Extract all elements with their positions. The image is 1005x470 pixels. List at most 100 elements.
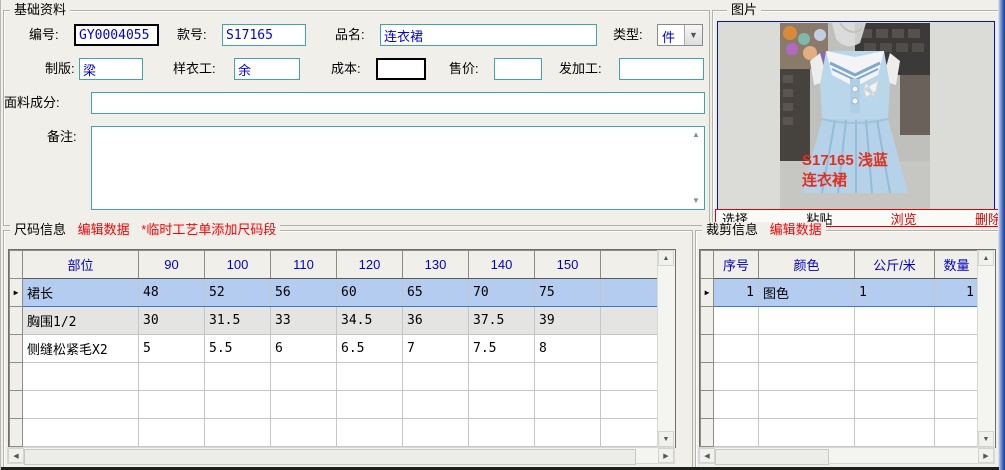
- col-header[interactable]: 120: [336, 250, 403, 279]
- cell-empty[interactable]: [934, 362, 979, 391]
- cell-empty[interactable]: [204, 362, 271, 391]
- cutting-row-selected[interactable]: ▶ 1 图色 1 1: [700, 278, 979, 307]
- cell-value[interactable]: 5.5: [204, 334, 271, 363]
- scroll-left-icon[interactable]: ◀: [699, 448, 715, 463]
- cell-empty[interactable]: [204, 418, 271, 447]
- cell-value[interactable]: 39: [534, 306, 601, 335]
- cell-empty[interactable]: [713, 362, 759, 391]
- cell-value[interactable]: 56: [270, 278, 337, 307]
- cell-value[interactable]: 7.5: [468, 334, 535, 363]
- cell-empty[interactable]: [22, 362, 139, 391]
- cutting-table-hscrollbar[interactable]: ◀ ▶: [698, 447, 995, 465]
- cell-empty[interactable]: [758, 362, 855, 391]
- scroll-right-icon[interactable]: ▶: [658, 448, 674, 463]
- cell-seq[interactable]: 1: [713, 278, 759, 307]
- style-input[interactable]: [222, 24, 306, 46]
- cell-empty[interactable]: [600, 418, 659, 447]
- cell-value[interactable]: 8: [534, 334, 601, 363]
- cell-part[interactable]: 胸围1/2: [22, 306, 139, 335]
- size-row-empty[interactable]: [9, 418, 659, 447]
- cell-value[interactable]: 52: [204, 278, 271, 307]
- name-input[interactable]: [380, 24, 597, 46]
- col-header[interactable]: 150: [534, 250, 601, 279]
- cell-empty[interactable]: [600, 390, 659, 419]
- size-table-hscrollbar[interactable]: ◀ ▶: [7, 447, 675, 465]
- cell-kg[interactable]: 1: [854, 278, 935, 307]
- cell-empty[interactable]: [468, 418, 535, 447]
- cell-value[interactable]: 37.5: [468, 306, 535, 335]
- cell-empty[interactable]: [713, 390, 759, 419]
- col-header[interactable]: 数量: [934, 250, 979, 279]
- cutting-edit-data-link[interactable]: 编辑数据: [770, 222, 822, 237]
- col-header[interactable]: 颜色: [758, 250, 855, 279]
- cell-empty[interactable]: [270, 362, 337, 391]
- cell-value[interactable]: 60: [336, 278, 403, 307]
- remark-textarea[interactable]: [91, 126, 705, 210]
- cell-empty[interactable]: [402, 390, 469, 419]
- cell-empty[interactable]: [713, 418, 759, 447]
- scroll-up-icon[interactable]: ▲: [689, 130, 703, 140]
- cutting-row-empty[interactable]: [700, 390, 979, 419]
- cell-empty[interactable]: [336, 418, 403, 447]
- cell-value[interactable]: 48: [138, 278, 205, 307]
- scroll-down-icon[interactable]: ▼: [658, 431, 674, 447]
- size-table-vscrollbar[interactable]: ▲ ▼: [657, 250, 675, 447]
- col-header[interactable]: 130: [402, 250, 469, 279]
- cell-value[interactable]: 6: [270, 334, 337, 363]
- size-row-empty[interactable]: [9, 390, 659, 419]
- browse-picture-button[interactable]: 浏览: [891, 209, 917, 228]
- cell-value[interactable]: 5: [138, 334, 205, 363]
- chevron-down-icon[interactable]: ▼: [684, 25, 702, 45]
- cell-empty[interactable]: [138, 390, 205, 419]
- cell-empty[interactable]: [600, 306, 659, 335]
- cell-empty[interactable]: [854, 306, 935, 335]
- cell-empty[interactable]: [854, 362, 935, 391]
- scroll-up-icon[interactable]: ▲: [978, 250, 994, 266]
- size-row[interactable]: 胸围1/2 30 31.5 33 34.5 36 37.5 39: [9, 306, 659, 335]
- cell-empty[interactable]: [402, 418, 469, 447]
- cell-part[interactable]: 裙长: [22, 278, 139, 307]
- cell-value[interactable]: 34.5: [336, 306, 403, 335]
- cell-empty[interactable]: [713, 334, 759, 363]
- cutting-row-empty[interactable]: [700, 418, 979, 447]
- cutting-row-empty[interactable]: [700, 334, 979, 363]
- cell-value[interactable]: 6.5: [336, 334, 403, 363]
- cell-empty[interactable]: [934, 390, 979, 419]
- cost-input[interactable]: [376, 58, 426, 80]
- type-select[interactable]: 件 ▼: [657, 24, 703, 46]
- col-header[interactable]: 公斤/米: [854, 250, 935, 279]
- fabric-input[interactable]: [91, 92, 705, 114]
- code-input[interactable]: [74, 24, 159, 46]
- size-edit-data-link[interactable]: 编辑数据: [78, 222, 130, 237]
- size-row[interactable]: 侧缝松紧毛X2 5 5.5 6 6.5 7 7.5 8: [9, 334, 659, 363]
- col-header[interactable]: 部位: [22, 250, 139, 279]
- col-header[interactable]: 110: [270, 250, 337, 279]
- cell-empty[interactable]: [854, 390, 935, 419]
- cell-empty[interactable]: [138, 362, 205, 391]
- cell-empty[interactable]: [758, 306, 855, 335]
- cutting-hscroll-thumb[interactable]: [715, 449, 829, 465]
- col-header[interactable]: 序号: [713, 250, 759, 279]
- cutting-row-empty[interactable]: [700, 362, 979, 391]
- sample-worker-input[interactable]: [234, 58, 300, 80]
- cell-part[interactable]: 侧缝松紧毛X2: [22, 334, 139, 363]
- cell-empty[interactable]: [468, 362, 535, 391]
- cell-empty[interactable]: [336, 390, 403, 419]
- cell-empty[interactable]: [758, 334, 855, 363]
- cell-value[interactable]: 75: [534, 278, 601, 307]
- scroll-left-icon[interactable]: ◀: [8, 448, 24, 463]
- cell-empty[interactable]: [854, 334, 935, 363]
- col-header[interactable]: 140: [468, 250, 535, 279]
- pattern-input[interactable]: [79, 58, 143, 80]
- cell-empty[interactable]: [758, 418, 855, 447]
- size-row-selected[interactable]: ▶ 裙长 48 52 56 60 65 70 75: [9, 278, 659, 307]
- cell-empty[interactable]: [934, 306, 979, 335]
- cell-empty[interactable]: [934, 334, 979, 363]
- cell-empty[interactable]: [336, 362, 403, 391]
- cell-value[interactable]: 7: [402, 334, 469, 363]
- size-row-empty[interactable]: [9, 362, 659, 391]
- cell-empty[interactable]: [534, 390, 601, 419]
- cutting-row-empty[interactable]: [700, 306, 979, 335]
- cell-value[interactable]: 65: [402, 278, 469, 307]
- cell-qty[interactable]: 1: [934, 278, 979, 307]
